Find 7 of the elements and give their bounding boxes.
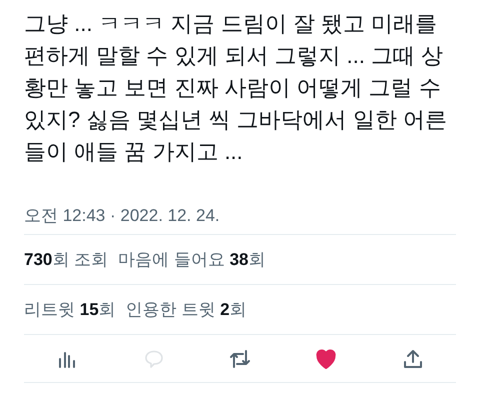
tweet-text: 그냥 ... ㅋㅋㅋ 지금 드림이 잘 됐고 미래를 편하게 말할 수 있게 되서 그렇지 ... 그때 상 황만 놓고 보면 진짜 사람이 어떻게 그럴 수 있지? 싫음 몇십년 씩 그바닥에서 일한 어른 들이 애들 꿈 가지고 ...	[24, 10, 448, 166]
heart-icon	[314, 346, 338, 370]
stat-text[interactable]: 730회 조회	[24, 248, 108, 271]
stat-text[interactable]: 마음에 들어요 38회	[118, 248, 266, 271]
stat-text[interactable]: 리트윗 15회	[24, 298, 116, 321]
stat-text[interactable]: 인용한 트윗 2회	[126, 298, 247, 321]
timestamp: 오전 12:43 · 2022. 12. 24.	[24, 205, 220, 227]
